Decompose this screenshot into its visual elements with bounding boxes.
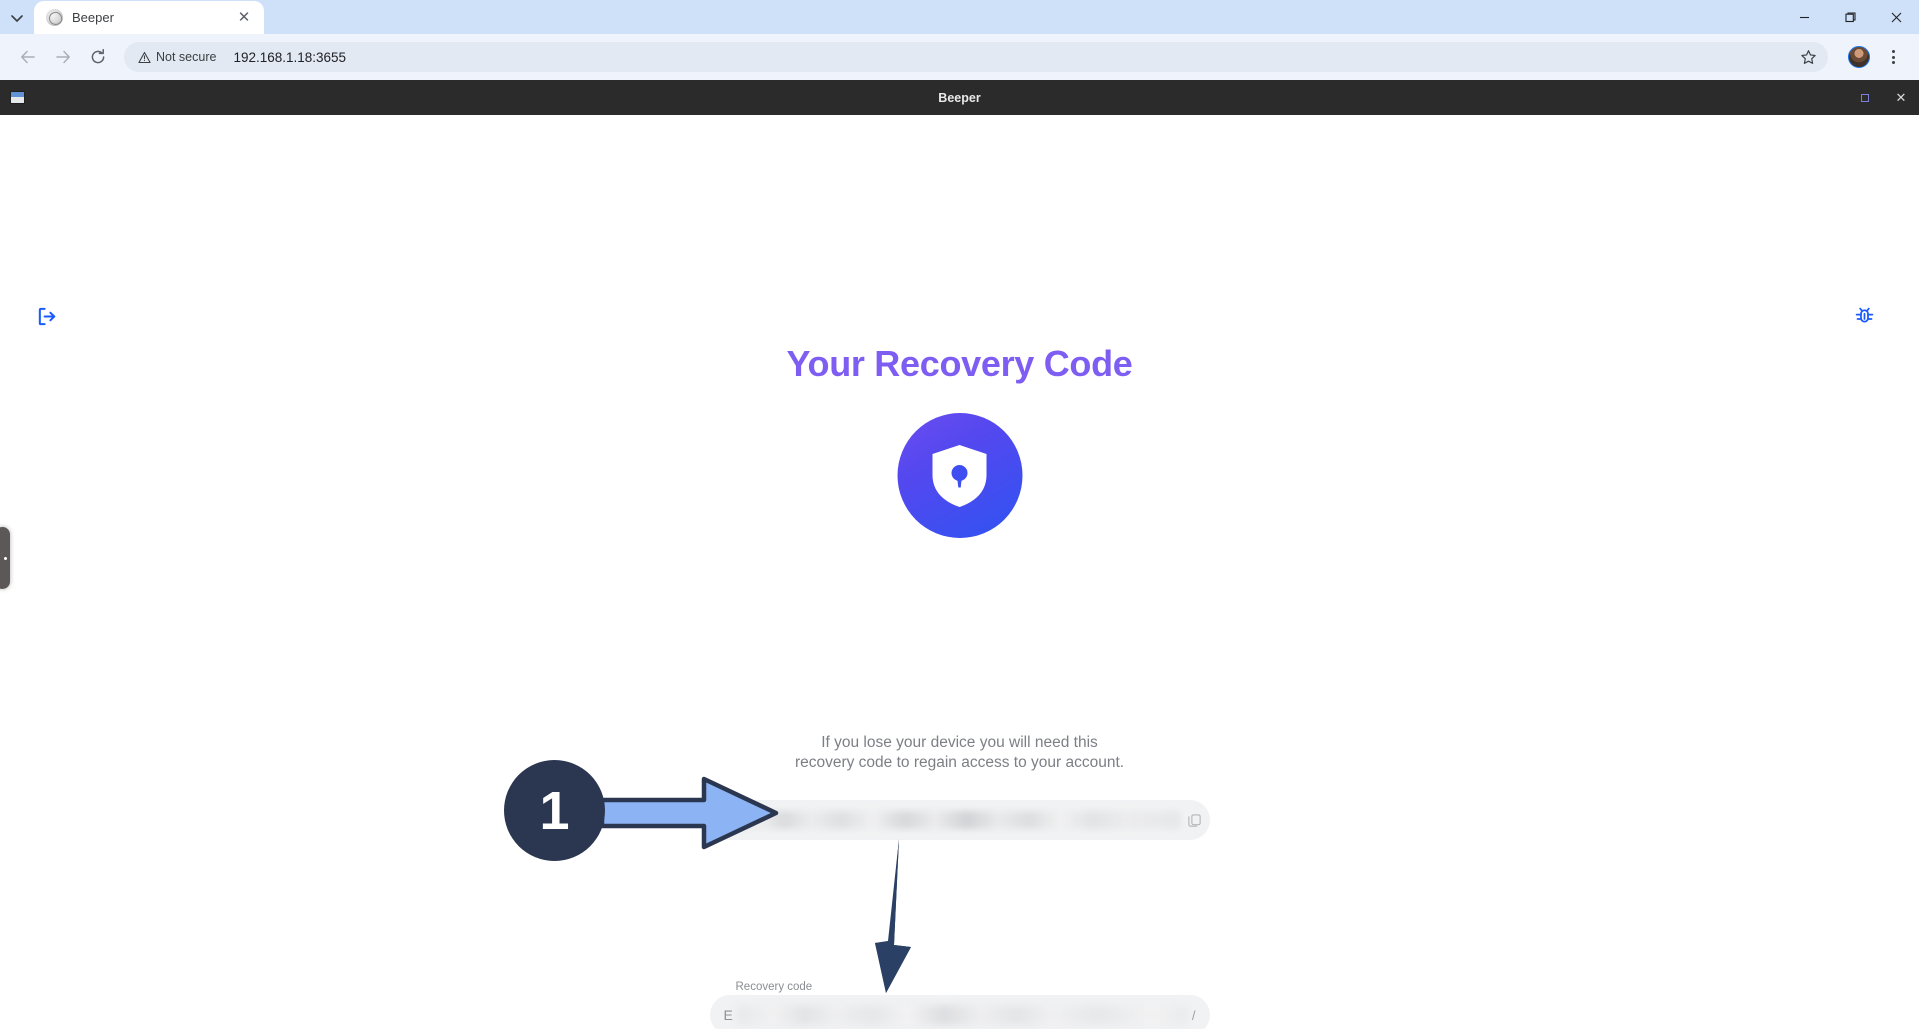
app-window-title: Beeper [938, 90, 981, 105]
browser-tab-strip: Beeper ✕ [0, 0, 1919, 34]
reload-icon[interactable] [82, 41, 114, 73]
description-line-2: recovery code to regain access to your a… [794, 754, 1125, 771]
url-text: 192.168.1.18:3655 [233, 49, 347, 65]
star-icon[interactable] [1794, 43, 1822, 71]
address-bar[interactable]: Not secure 192.168.1.18:3655 [124, 42, 1828, 72]
security-status[interactable]: Not secure [138, 50, 216, 64]
close-icon[interactable]: ✕ [234, 8, 254, 28]
maximize-button[interactable] [1827, 0, 1873, 34]
shield-lock-icon [897, 413, 1022, 538]
annotation-step-1-number: 1 [539, 780, 570, 841]
beeper-favicon [46, 9, 63, 26]
recovery-code-input-group: Recovery code E / [709, 981, 1210, 1029]
tab-search-icon[interactable] [0, 4, 34, 32]
input-trail-char: / [1191, 1007, 1196, 1023]
handle-dot-icon [4, 556, 7, 560]
page-title: Your Recovery Code [786, 343, 1133, 384]
warning-triangle-icon [138, 51, 151, 63]
app-close-button[interactable]: ✕ [1891, 88, 1911, 108]
description-line-1: If you lose your device you will need th… [821, 734, 1098, 751]
kebab-menu-icon[interactable] [1879, 42, 1907, 72]
app-title-bar: Beeper ✕ [0, 80, 1919, 115]
minimize-button[interactable] [1781, 0, 1827, 34]
description-text: If you lose your device you will need th… [0, 733, 1919, 773]
beeper-window-icon [10, 91, 25, 104]
back-icon[interactable] [12, 41, 44, 73]
logout-icon[interactable] [36, 305, 59, 333]
forward-icon[interactable] [47, 41, 79, 73]
security-label: Not secure [156, 50, 217, 64]
browser-window-controls [1781, 0, 1919, 34]
annotation-step-1: 1 [504, 760, 605, 861]
recovery-code-display-field[interactable]: E [709, 800, 1210, 840]
flow-arrow [875, 839, 911, 993]
tab-title: Beeper [72, 10, 114, 25]
recovery-code-masked-value [734, 811, 1181, 829]
app-maximize-button[interactable] [1855, 88, 1875, 108]
side-panel-handle[interactable] [0, 527, 10, 589]
app-window-controls: ✕ [1855, 80, 1911, 115]
recovery-code-label: Recovery code [735, 981, 813, 993]
app-content: Your Recovery Code If you lose your devi… [0, 115, 1919, 1029]
recovery-code-lead-char: E [719, 812, 729, 828]
browser-toolbar: Not secure 192.168.1.18:3655 [0, 34, 1919, 80]
browser-tab[interactable]: Beeper ✕ [34, 1, 264, 34]
account-avatar[interactable] [1848, 46, 1870, 68]
close-button[interactable] [1873, 0, 1919, 34]
beeper-app-window: Beeper ✕ Your Recovery Code If you lose … [0, 80, 1919, 1029]
input-masked-value [736, 1005, 1188, 1025]
copy-icon[interactable] [1187, 813, 1202, 828]
recovery-code-input[interactable]: E / [709, 995, 1210, 1029]
bug-report-icon[interactable] [1854, 305, 1875, 331]
browser-window: Beeper ✕ Not secure 192.168.1.18:3655 Be… [0, 0, 1919, 1029]
input-lead-char: E [723, 1007, 733, 1023]
